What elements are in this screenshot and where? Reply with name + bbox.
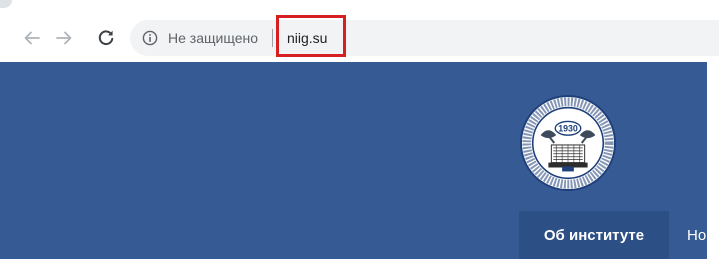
nav-item-about[interactable]: Об институте	[519, 211, 669, 259]
nav-item-about-label: Об институте	[543, 226, 645, 244]
url-highlight-box	[276, 15, 346, 57]
security-status-label[interactable]: Не защищено	[168, 29, 258, 47]
arrow-left-icon	[24, 31, 40, 45]
nav-item-news[interactable]: Нов	[687, 211, 707, 259]
browser-toolbar: Не защищено niig.su	[0, 14, 719, 62]
reload-button[interactable]	[94, 26, 118, 50]
back-button[interactable]	[20, 26, 44, 50]
tab-edge	[0, 0, 12, 8]
reload-icon	[98, 30, 114, 46]
institute-logo[interactable]: 1930	[519, 94, 617, 192]
address-separator	[272, 29, 273, 47]
forward-button[interactable]	[52, 26, 76, 50]
site-header: 1930 Об институте Нов	[0, 62, 707, 259]
tab-strip	[0, 0, 719, 8]
arrow-right-icon	[56, 31, 72, 45]
nav-item-news-label: Нов	[687, 226, 707, 244]
logo-year: 1930	[558, 124, 578, 134]
info-icon[interactable]	[142, 30, 158, 46]
address-bar[interactable]: Не защищено niig.su	[130, 20, 719, 56]
